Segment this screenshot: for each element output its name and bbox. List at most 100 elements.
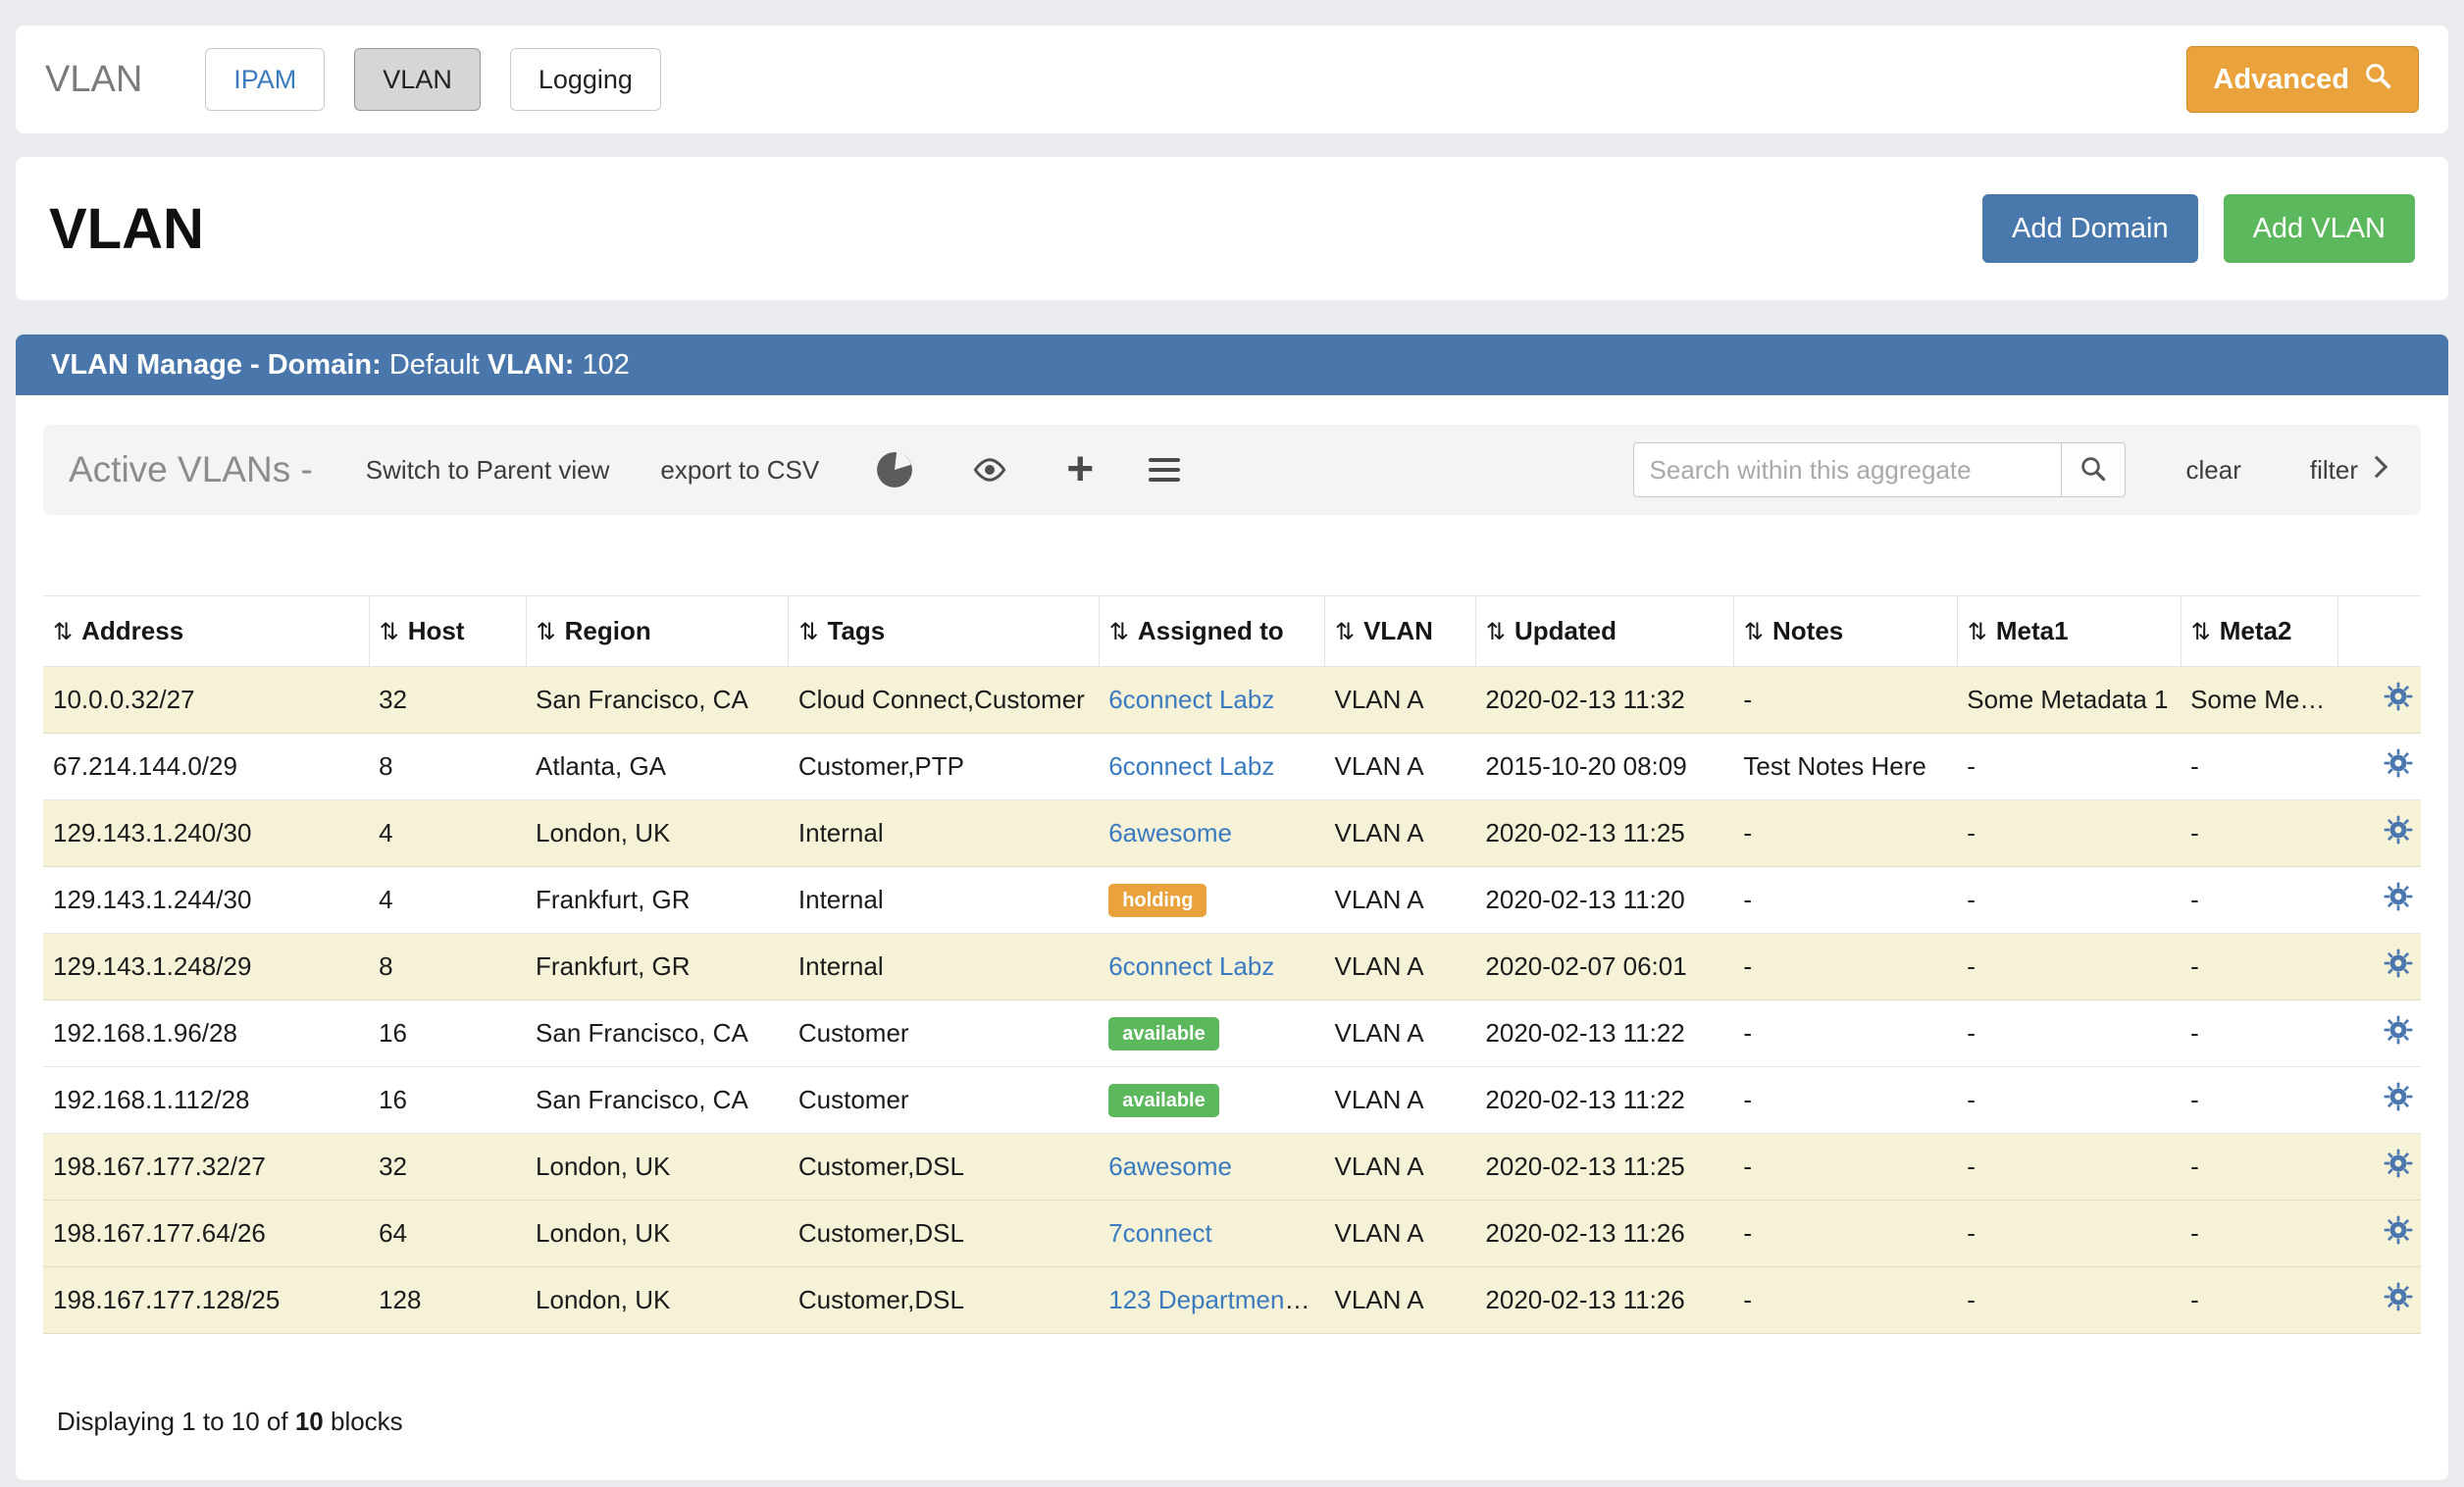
advanced-search-button[interactable]: Advanced	[2186, 46, 2419, 113]
tab-ipam[interactable]: IPAM	[205, 48, 325, 111]
column-header-assigned[interactable]: ⇅Assigned to	[1099, 596, 1324, 667]
sort-icon[interactable]: ⇅	[2191, 619, 2211, 645]
assigned-link[interactable]: 6connect Labz	[1108, 951, 1274, 981]
table-row: 129.143.1.244/304Frankfurt, GRInternalho…	[43, 867, 2421, 934]
cell-tags: Customer,DSL	[789, 1134, 1099, 1201]
gear-icon[interactable]	[2384, 1215, 2413, 1245]
search-input[interactable]	[1633, 442, 2062, 497]
cell-meta1: -	[1957, 734, 2181, 800]
table-footer: Displaying 1 to 10 of 10 blocks	[57, 1407, 2421, 1480]
cell-vlan: VLAN A	[1324, 800, 1475, 867]
cell-vlan: VLAN A	[1324, 667, 1475, 734]
page-heading-card: VLAN Add Domain Add VLAN	[16, 157, 2448, 300]
cell-assigned: available	[1099, 1000, 1324, 1067]
filter-link[interactable]: filter	[2310, 455, 2387, 486]
cell-assigned: 6connect Labz	[1099, 667, 1324, 734]
sort-icon[interactable]: ⇅	[1486, 619, 1506, 645]
cell-region: London, UK	[526, 800, 789, 867]
cell-notes: -	[1733, 800, 1957, 867]
gear-icon[interactable]	[2384, 1015, 2413, 1045]
column-header-region[interactable]: ⇅Region	[526, 596, 789, 667]
gear-icon[interactable]	[2384, 682, 2413, 711]
gear-icon[interactable]	[2384, 1149, 2413, 1178]
cell-host: 4	[369, 867, 526, 934]
gear-icon[interactable]	[2384, 815, 2413, 845]
cell-address: 198.167.177.32/27	[43, 1134, 369, 1201]
heading-actions: Add Domain Add VLAN	[1982, 194, 2415, 263]
search-button[interactable]	[2061, 442, 2126, 497]
footer-count: 10	[295, 1407, 324, 1436]
column-header-host[interactable]: ⇅Host	[369, 596, 526, 667]
pie-chart-icon[interactable]	[876, 451, 913, 488]
cell-notes: -	[1733, 867, 1957, 934]
assigned-link[interactable]: 123 Department…	[1108, 1285, 1316, 1314]
cell-updated: 2020-02-13 11:26	[1475, 1201, 1733, 1267]
app-title: VLAN	[45, 59, 142, 101]
cell-tags: Customer	[789, 1000, 1099, 1067]
sort-icon[interactable]: ⇅	[53, 619, 73, 645]
column-header-vlan[interactable]: ⇅VLAN	[1324, 596, 1475, 667]
gear-icon[interactable]	[2384, 882, 2413, 911]
cell-region: San Francisco, CA	[526, 1000, 789, 1067]
gear-icon[interactable]	[2384, 949, 2413, 978]
cell-address: 198.167.177.64/26	[43, 1201, 369, 1267]
panel-body: Active VLANs - Switch to Parent view exp…	[16, 395, 2448, 1480]
cell-address: 192.168.1.96/28	[43, 1000, 369, 1067]
tab-vlan[interactable]: VLAN	[354, 48, 481, 111]
cell-assigned: 6connect Labz	[1099, 934, 1324, 1000]
export-csv-link[interactable]: export to CSV	[660, 455, 819, 486]
list-icon[interactable]	[1149, 458, 1180, 482]
search-icon	[2079, 454, 2108, 487]
add-domain-button[interactable]: Add Domain	[1982, 194, 2198, 263]
vlan-manage-panel: VLAN Manage - Domain: Default VLAN: 102 …	[16, 334, 2448, 1480]
cell-actions	[2337, 1201, 2421, 1267]
assigned-link[interactable]: 6awesome	[1108, 1152, 1232, 1181]
assigned-link[interactable]: 6awesome	[1108, 818, 1232, 847]
panel-header-vlan-value: 102	[582, 349, 629, 381]
column-header-address[interactable]: ⇅Address	[43, 596, 369, 667]
add-vlan-button[interactable]: Add VLAN	[2224, 194, 2415, 263]
cell-assigned: 6awesome	[1099, 800, 1324, 867]
gear-icon[interactable]	[2384, 748, 2413, 778]
sort-icon[interactable]: ⇅	[380, 619, 399, 645]
column-header-notes[interactable]: ⇅Notes	[1733, 596, 1957, 667]
column-label: Meta1	[1996, 616, 2069, 645]
gear-icon[interactable]	[2384, 1282, 2413, 1311]
column-header-tags[interactable]: ⇅Tags	[789, 596, 1099, 667]
cell-assigned: available	[1099, 1067, 1324, 1134]
cell-notes: -	[1733, 667, 1957, 734]
sort-icon[interactable]: ⇅	[1968, 619, 1987, 645]
cell-meta1: -	[1957, 1134, 2181, 1201]
gear-icon[interactable]	[2384, 1082, 2413, 1111]
cell-address: 10.0.0.32/27	[43, 667, 369, 734]
plus-icon[interactable]	[1066, 446, 1094, 493]
status-badge-available: available	[1108, 1084, 1219, 1117]
tab-logging[interactable]: Logging	[510, 48, 661, 111]
assigned-link[interactable]: 7connect	[1108, 1218, 1212, 1248]
cell-notes: -	[1733, 1201, 1957, 1267]
panel-header-domain-value: Default	[389, 349, 480, 381]
assigned-link[interactable]: 6connect Labz	[1108, 685, 1274, 714]
cell-meta1: -	[1957, 1201, 2181, 1267]
eye-icon[interactable]	[968, 455, 1011, 485]
table-row: 198.167.177.32/2732London, UKCustomer,DS…	[43, 1134, 2421, 1201]
advanced-button-label: Advanced	[2213, 64, 2349, 96]
search-group	[1633, 442, 2126, 497]
sort-icon[interactable]: ⇅	[1109, 619, 1129, 645]
clear-link[interactable]: clear	[2186, 455, 2241, 486]
sort-icon[interactable]: ⇅	[798, 619, 818, 645]
cell-address: 129.143.1.248/29	[43, 934, 369, 1000]
table-row: 192.168.1.112/2816San Francisco, CACusto…	[43, 1067, 2421, 1134]
column-header-meta2[interactable]: ⇅Meta2	[2181, 596, 2337, 667]
switch-to-parent-view-link[interactable]: Switch to Parent view	[366, 455, 610, 486]
sort-icon[interactable]: ⇅	[1744, 619, 1764, 645]
cell-tags: Customer,DSL	[789, 1201, 1099, 1267]
cell-host: 16	[369, 1067, 526, 1134]
sort-icon[interactable]: ⇅	[537, 619, 556, 645]
column-header-meta1[interactable]: ⇅ Meta1	[1957, 596, 2181, 667]
column-header-updated[interactable]: ⇅Updated	[1475, 596, 1733, 667]
cell-host: 128	[369, 1267, 526, 1334]
sort-icon[interactable]: ⇅	[1335, 619, 1355, 645]
assigned-link[interactable]: 6connect Labz	[1108, 751, 1274, 781]
cell-notes: Test Notes Here	[1733, 734, 1957, 800]
